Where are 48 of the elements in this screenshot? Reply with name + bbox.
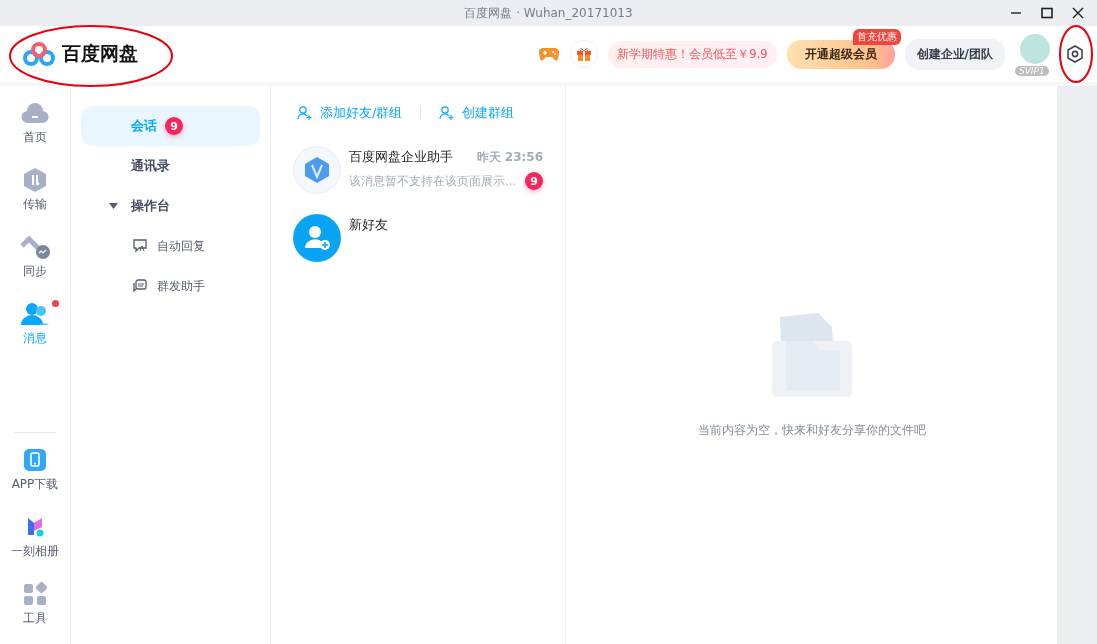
nav-label: 操作台 bbox=[131, 197, 170, 215]
create-team-button[interactable]: 创建企业/团队 bbox=[904, 38, 1005, 70]
cloud-logo-icon bbox=[22, 41, 56, 67]
message-time: 昨天 23:56 bbox=[476, 148, 543, 166]
cloud-icon bbox=[21, 102, 49, 124]
conversation-item[interactable]: 百度网盘企业助手 昨天 23:56 该消息暂不支持在该页面展示... 9 bbox=[293, 146, 543, 194]
contact-name: 新好友 bbox=[349, 216, 388, 234]
caret-icon[interactable] bbox=[109, 203, 118, 209]
nav-label: 通讯录 bbox=[131, 157, 170, 175]
transfer-icon bbox=[23, 167, 47, 193]
nav-subitem[interactable]: 群发助手 bbox=[81, 266, 260, 306]
window-title: 百度网盘 · Wuhan_20171013 bbox=[464, 4, 633, 22]
chat-reply-icon bbox=[133, 239, 147, 253]
unread-count: 9 bbox=[525, 172, 543, 190]
add-group-icon bbox=[439, 105, 456, 121]
close-icon[interactable] bbox=[1071, 6, 1085, 20]
chat-stack-icon bbox=[133, 279, 147, 293]
conversation-item[interactable]: 新好友 bbox=[293, 214, 543, 262]
shield-avatar-icon bbox=[293, 146, 341, 194]
promo-tag: 首充优惠 bbox=[852, 28, 901, 45]
gift-icon bbox=[576, 46, 593, 62]
rail-item[interactable]: APP下载 bbox=[11, 443, 59, 496]
rail-item[interactable]: 一刻相册 bbox=[11, 510, 59, 563]
nav-item[interactable]: 通讯录 bbox=[81, 146, 260, 186]
rail-item[interactable]: 首页 bbox=[20, 96, 50, 149]
nav-item[interactable]: 操作台 bbox=[81, 186, 260, 226]
tools-icon bbox=[23, 582, 47, 606]
svip-badge: SVIP1 bbox=[1015, 66, 1049, 76]
maximize-icon[interactable] bbox=[1040, 6, 1054, 20]
album-logo-icon bbox=[26, 516, 44, 538]
phone-icon bbox=[24, 449, 46, 471]
rail-item[interactable]: 工具 bbox=[23, 577, 47, 630]
annotation-ellipse bbox=[1058, 24, 1094, 84]
rail-item[interactable]: 同步 bbox=[20, 230, 50, 283]
nav-item[interactable]: 会话 9 bbox=[81, 106, 260, 146]
nav-subitem[interactable]: 自动回复 bbox=[81, 226, 260, 266]
rail-item[interactable]: 传输 bbox=[20, 163, 50, 216]
empty-message: 当前内容为空，快来和好友分享你的文件吧 bbox=[697, 423, 926, 438]
nav-label: 会话 bbox=[131, 117, 157, 135]
add-user-icon bbox=[297, 105, 313, 121]
message-preview: 该消息暂不支持在该页面展示... bbox=[349, 173, 516, 189]
add-user-avatar-icon bbox=[293, 214, 341, 262]
unread-count: 9 bbox=[165, 117, 183, 135]
sync-icon bbox=[20, 234, 50, 260]
settings-icon[interactable] bbox=[1065, 44, 1085, 64]
people-icon bbox=[21, 302, 49, 326]
contact-name: 百度网盘企业助手 bbox=[349, 148, 453, 166]
app-logo-text: 百度网盘 bbox=[62, 41, 138, 66]
